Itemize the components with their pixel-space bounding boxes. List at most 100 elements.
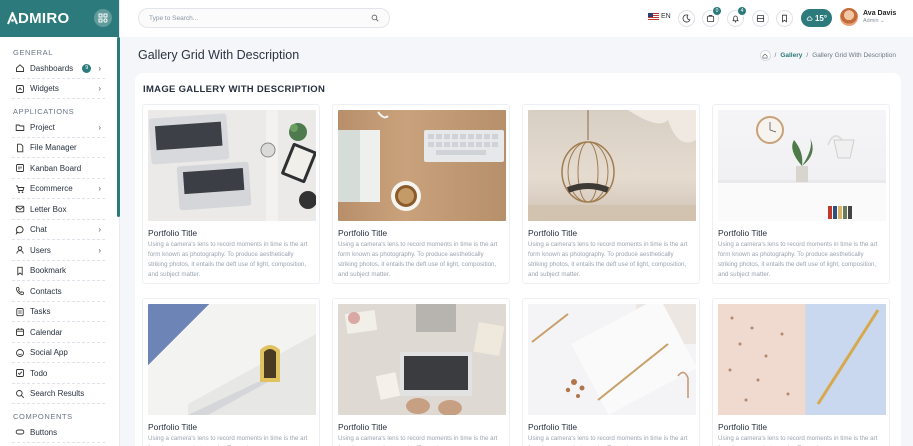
gallery-tile[interactable]: Portfolio Title Using a camera's lens to…	[332, 298, 510, 446]
sidebar-item-label: Buttons	[30, 427, 58, 437]
sidebar-item-label: Kanban Board	[30, 163, 82, 173]
chevron-right-icon: ›	[98, 225, 101, 235]
gallery-image-notebook-pen[interactable]	[718, 304, 886, 415]
sidebar-toggle-button[interactable]	[94, 9, 112, 27]
sidebar-item-label: Contacts	[30, 286, 62, 296]
gallery-image-shelf[interactable]	[718, 110, 886, 221]
sidebar-item-tasks[interactable]: Tasks	[0, 302, 119, 323]
cart-icon	[15, 184, 25, 194]
folder-icon	[15, 122, 25, 132]
sidebar-item-label: File Manager	[30, 143, 77, 153]
page-title: Gallery Grid With Description	[138, 48, 300, 62]
stationery-photo	[531, 304, 696, 415]
bookmark-icon	[15, 266, 25, 276]
desk-photo	[338, 111, 504, 211]
nav-section-components: COMPONENTS	[13, 412, 73, 421]
sidebar-item-dashboards[interactable]: Dashboards 9 ›	[0, 58, 119, 79]
widgets-icon	[15, 84, 25, 94]
user-role-text: Admin	[863, 17, 879, 24]
sidebar-item-label: Search Results	[30, 389, 85, 399]
nav-section-applications: APPLICATIONS	[13, 107, 75, 116]
sidebar-item-widgets[interactable]: Widgets ›	[0, 79, 119, 100]
search-icon	[371, 14, 379, 22]
weather-temp: 15°	[814, 13, 828, 23]
weather-widget[interactable]: 15°	[801, 9, 832, 27]
nav-section-general: GENERAL	[13, 48, 54, 57]
layout-button[interactable]	[752, 10, 769, 27]
sidebar-item-search-results[interactable]: Search Results	[0, 384, 119, 405]
breadcrumb-gallery-link[interactable]: Gallery	[780, 52, 802, 59]
home-icon	[762, 53, 768, 58]
sidebar-item-label: Chat	[30, 225, 47, 235]
search-bar[interactable]	[138, 8, 390, 28]
gallery-tile[interactable]: Portfolio Title Using a camera's lens to…	[332, 104, 510, 284]
breadcrumb-home[interactable]	[759, 50, 771, 61]
sidebar: DMIRO GENERAL Dashboards 9 › Widgets › APPLI…	[0, 0, 120, 446]
sidebar-item-kanban-board[interactable]: Kanban Board	[0, 158, 119, 179]
top-header: EN 0 4 15° Ava Davis Admin ⌄	[120, 0, 913, 37]
gallery-image-window-wall[interactable]	[148, 304, 316, 415]
sidebar-item-bookmark[interactable]: Bookmark	[0, 261, 119, 282]
cart-button[interactable]: 0	[702, 7, 721, 27]
search-input[interactable]	[149, 14, 371, 22]
cart-badge: 0	[713, 7, 721, 15]
breadcrumb-separator: /	[806, 52, 809, 59]
notebook-pen-photo	[728, 309, 880, 405]
sidebar-item-users[interactable]: Users ›	[0, 240, 119, 261]
sidebar-item-calendar[interactable]: Calendar	[0, 322, 119, 343]
tile-title: Portfolio Title	[528, 422, 578, 432]
tile-description: Using a camera's lens to record moments …	[338, 241, 498, 278]
sidebar-item-label: Todo	[30, 368, 48, 378]
tile-title: Portfolio Title	[718, 228, 768, 238]
chevron-right-icon: ›	[98, 122, 101, 132]
user-menu[interactable]: Ava Davis Admin ⌄	[840, 8, 896, 26]
gallery-image-stationery[interactable]	[528, 304, 696, 415]
home-icon	[15, 63, 25, 73]
sidebar-item-social-app[interactable]: Social App	[0, 343, 119, 364]
tile-title: Portfolio Title	[338, 228, 388, 238]
sidebar-item-buttons[interactable]: Buttons	[0, 422, 119, 443]
brand-logo[interactable]: DMIRO	[7, 10, 70, 27]
sidebar-item-ecommerce[interactable]: Ecommerce ›	[0, 179, 119, 200]
sidebar-item-contacts[interactable]: Contacts	[0, 281, 119, 302]
notification-badge: 4	[738, 7, 746, 15]
sidebar-item-letter-box[interactable]: Letter Box	[0, 199, 119, 220]
gallery-image-workspace[interactable]	[338, 304, 506, 415]
card-title: IMAGE GALLERY WITH DESCRIPTION	[143, 84, 326, 95]
gallery-tile[interactable]: Portfolio Title Using a camera's lens to…	[522, 104, 700, 284]
hanging-chair-photo	[528, 110, 696, 221]
gallery-image-laptops[interactable]	[148, 110, 316, 221]
sidebar-item-label: Letter Box	[30, 204, 67, 214]
gallery-tile[interactable]: Portfolio Title Using a camera's lens to…	[712, 104, 890, 284]
sidebar-item-label: Bookmark	[30, 266, 67, 276]
tile-description: Using a camera's lens to record moments …	[718, 241, 878, 278]
language-selector[interactable]: EN	[648, 13, 671, 20]
tile-description: Using a camera's lens to record moments …	[528, 241, 688, 278]
gallery-tile[interactable]: Portfolio Title Using a camera's lens to…	[142, 104, 320, 284]
chat-icon	[15, 225, 25, 235]
sidebar-item-todo[interactable]: Todo	[0, 363, 119, 384]
sidebar-item-file-manager[interactable]: File Manager	[0, 138, 119, 159]
sidebar-item-label: Dashboards	[30, 63, 74, 73]
gallery-image-hanging-chair[interactable]	[528, 110, 696, 221]
tile-title: Portfolio Title	[718, 422, 768, 432]
bookmark-button[interactable]	[776, 10, 793, 27]
workspace-photo	[344, 304, 505, 415]
notifications-button[interactable]: 4	[727, 7, 746, 27]
social-icon	[15, 348, 25, 358]
gallery-image-desk[interactable]	[338, 110, 506, 221]
sidebar-item-project[interactable]: Project ›	[0, 117, 119, 138]
gallery-tile[interactable]: Portfolio Title Using a camera's lens to…	[142, 298, 320, 446]
moon-icon	[682, 14, 691, 23]
tasks-icon	[15, 307, 25, 317]
gallery-tile[interactable]: Portfolio Title Using a camera's lens to…	[522, 298, 700, 446]
sidebar-item-chat[interactable]: Chat ›	[0, 220, 119, 241]
phone-icon	[15, 286, 25, 296]
tile-description: Using a camera's lens to record moments …	[338, 435, 498, 446]
shelf-photo	[718, 116, 886, 221]
breadcrumb-separator: /	[774, 52, 777, 59]
cart-icon	[706, 14, 715, 23]
dark-mode-button[interactable]	[678, 10, 695, 27]
gallery-tile[interactable]: Portfolio Title Using a camera's lens to…	[712, 298, 890, 446]
tile-title: Portfolio Title	[148, 422, 198, 432]
